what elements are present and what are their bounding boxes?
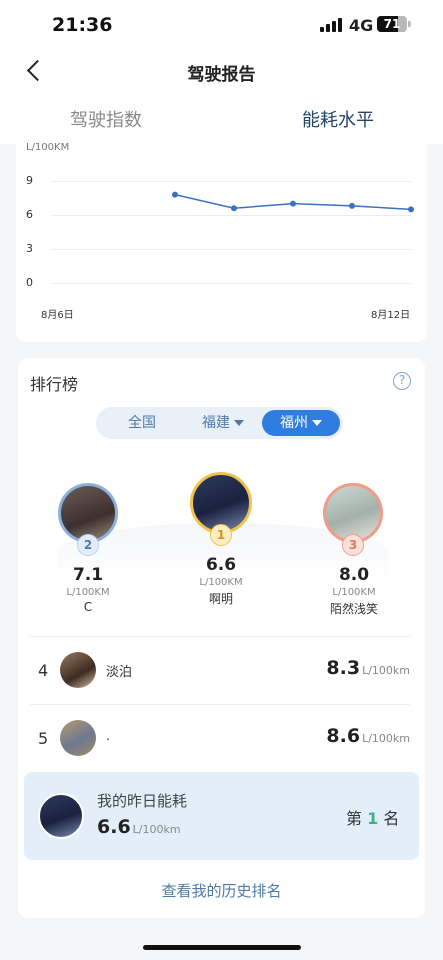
podium-unit: L/100KM bbox=[199, 577, 243, 588]
filter-nation[interactable]: 全国 bbox=[128, 407, 156, 439]
filter-province-label: 福建 bbox=[202, 415, 230, 431]
list-value-number: 8.3 bbox=[326, 657, 361, 679]
podium-value: 8.0 bbox=[338, 565, 370, 585]
rank-badge-3: 3 bbox=[342, 534, 364, 556]
my-energy-unit: L/100km bbox=[132, 823, 181, 836]
status-bar: 21:36 4G 71 bbox=[0, 0, 443, 50]
rank-badge-2: 2 bbox=[77, 534, 99, 556]
my-energy-title: 我的昨日能耗 bbox=[97, 792, 188, 810]
chevron-down-icon bbox=[312, 420, 322, 426]
list-name: 淡泊 bbox=[106, 665, 133, 680]
page-title: 驾驶报告 bbox=[187, 65, 256, 85]
list-item[interactable]: 4 淡泊 8.3 L/100km bbox=[30, 636, 410, 704]
list-value-number: 8.6 bbox=[326, 725, 361, 747]
list-rank: 4 bbox=[38, 661, 49, 680]
list-value-unit: L/100km bbox=[362, 732, 410, 745]
chevron-down-icon bbox=[234, 420, 244, 426]
avatar bbox=[60, 720, 96, 756]
list-name: . bbox=[106, 729, 111, 744]
my-rank-number: 1 bbox=[367, 809, 379, 828]
list-value-unit: L/100km bbox=[362, 664, 410, 677]
podium-name: C bbox=[83, 600, 93, 614]
list-value: 8.6 L/100km bbox=[326, 725, 410, 747]
nav-bar: 驾驶报告 bbox=[0, 50, 443, 94]
podium-unit: L/100KM bbox=[66, 587, 110, 598]
energy-chart-card: L/100KM 9 6 3 0 8月6日 8月12日 bbox=[16, 136, 427, 342]
list-value: 8.3 L/100km bbox=[326, 657, 410, 679]
avatar bbox=[38, 793, 84, 839]
my-energy-value: 6.6 L/100km bbox=[97, 816, 181, 838]
podium-value: 7.1 bbox=[72, 565, 104, 585]
battery-icon: 71 bbox=[377, 16, 407, 32]
tab-energy-level[interactable]: 能耗水平 bbox=[302, 106, 374, 132]
energy-line-chart bbox=[172, 191, 414, 213]
filter-city[interactable]: 福州 bbox=[262, 410, 340, 436]
podium-value: 6.6 bbox=[205, 555, 237, 575]
home-indicator bbox=[143, 945, 301, 950]
battery-tip bbox=[408, 21, 411, 27]
battery-percent: 71 bbox=[383, 17, 401, 31]
my-rank-suffix: 名 bbox=[383, 809, 400, 828]
tab-driving-index[interactable]: 驾驶指数 bbox=[70, 106, 142, 132]
podium-name: 啊明 bbox=[208, 592, 233, 606]
data-point bbox=[290, 200, 296, 207]
ranking-card: 排行榜 ? 全国 福建 福州 2 7.1 L/100KM C 1 6.6 L/1… bbox=[18, 358, 425, 918]
podium-unit: L/100KM bbox=[332, 587, 376, 598]
signal-icon bbox=[320, 18, 342, 32]
region-filter: 全国 福建 福州 bbox=[96, 407, 343, 439]
list-rank: 5 bbox=[38, 729, 49, 748]
podium-name: 陌然浅笑 bbox=[329, 602, 378, 616]
data-point bbox=[349, 202, 355, 209]
my-energy-number: 6.6 bbox=[97, 816, 131, 838]
network-label: 4G bbox=[349, 16, 374, 35]
my-ranking-panel[interactable]: 我的昨日能耗 6.6 L/100km 第 1 名 bbox=[24, 772, 419, 860]
ranking-title: 排行榜 bbox=[30, 375, 79, 394]
data-point bbox=[172, 191, 178, 198]
data-point bbox=[408, 206, 414, 213]
help-icon[interactable]: ? bbox=[393, 372, 411, 390]
data-point bbox=[231, 205, 237, 212]
my-rank: 第 1 名 bbox=[346, 805, 399, 829]
my-rank-prefix: 第 bbox=[346, 809, 363, 828]
rank-badge-1: 1 bbox=[210, 524, 232, 546]
avatar bbox=[60, 652, 96, 688]
filter-province[interactable]: 福建 bbox=[202, 407, 244, 439]
history-ranking-link[interactable]: 查看我的历史排名 bbox=[18, 880, 425, 901]
filter-city-label: 福州 bbox=[280, 415, 308, 431]
status-time: 21:36 bbox=[52, 14, 113, 36]
list-item[interactable]: 5 . 8.6 L/100km bbox=[30, 704, 410, 772]
